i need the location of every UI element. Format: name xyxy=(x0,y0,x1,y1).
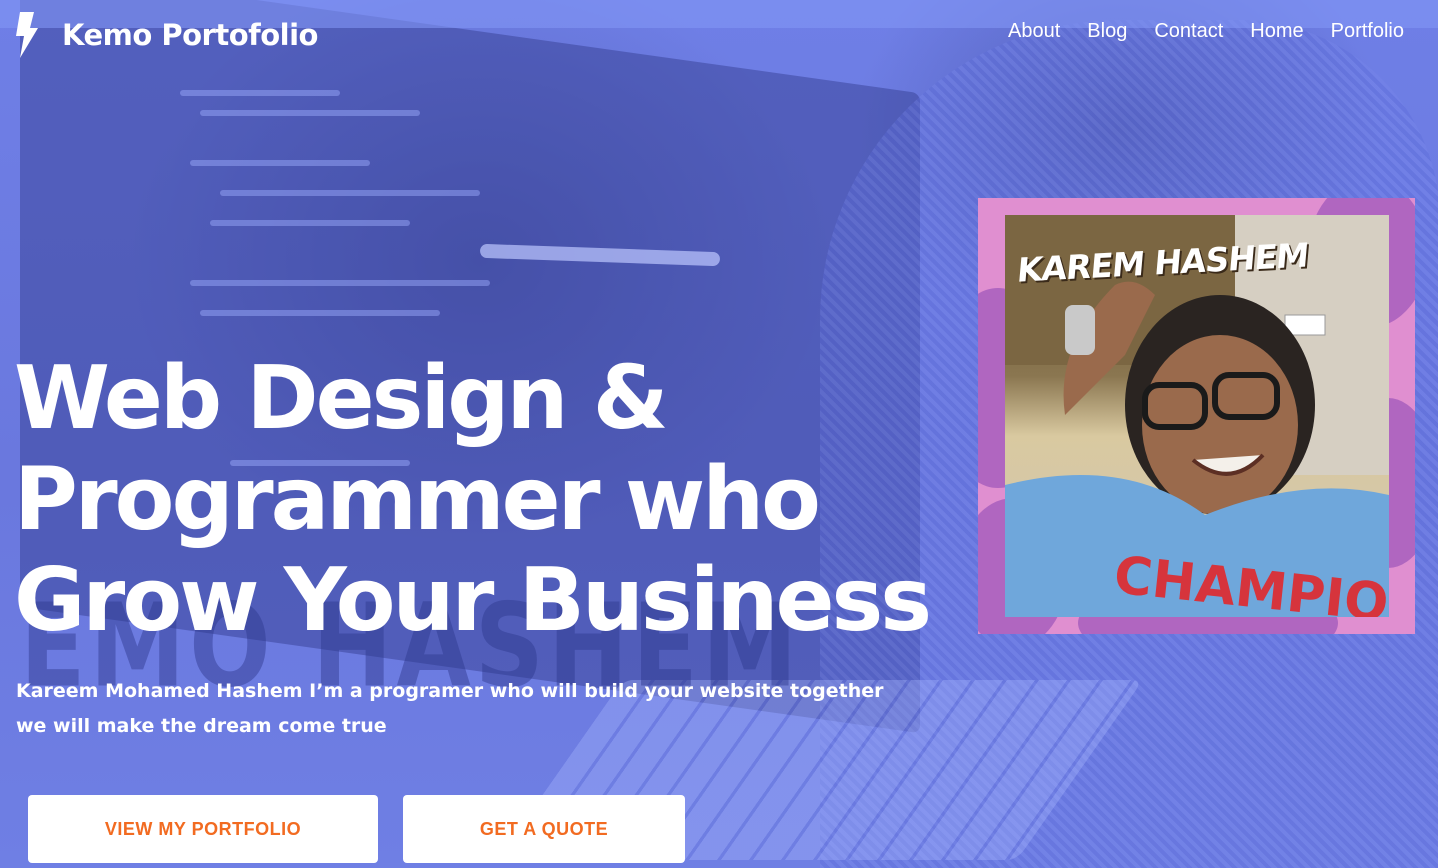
nav-item-blog[interactable]: Blog xyxy=(1087,20,1127,43)
brand-link[interactable]: Kemo Portofolio xyxy=(14,10,318,60)
nav-item-home[interactable]: Home xyxy=(1250,20,1303,43)
hero-section: EMO HASHEM Kemo Portofolio About Blog Co… xyxy=(0,0,1438,868)
profile-photo-frame: CHAMPION KAREM HASHEM xyxy=(978,198,1415,634)
get-quote-button[interactable]: GET A QUOTE xyxy=(403,795,685,863)
profile-photo: CHAMPION KAREM HASHEM xyxy=(1005,215,1389,617)
navbar: Kemo Portofolio About Blog Contact Home … xyxy=(0,0,1438,70)
background-code-line xyxy=(190,160,370,166)
tagline-line: we will make the dream come true xyxy=(16,715,387,737)
background-code-line xyxy=(200,110,420,116)
tagline-line: Kareem Mohamed Hashem I’m a programer wh… xyxy=(16,680,884,702)
nav-item-portfolio[interactable]: Portfolio xyxy=(1331,20,1404,43)
headline-line: Programmer who xyxy=(14,448,821,550)
hero-tagline: Kareem Mohamed Hashem I’m a programer wh… xyxy=(16,674,896,744)
nav-item-about[interactable]: About xyxy=(1008,20,1060,43)
headline-line: Grow Your Business xyxy=(14,549,932,651)
background-code-line xyxy=(210,220,410,226)
lightning-bolt-icon xyxy=(16,12,38,58)
background-code-line xyxy=(180,90,340,96)
brand-name: Kemo Portofolio xyxy=(62,18,318,52)
nav-item-contact[interactable]: Contact xyxy=(1154,20,1223,43)
background-code-line xyxy=(190,280,490,286)
hero-headline: Web Design & Programmer who Grow Your Bu… xyxy=(14,348,974,651)
background-code-line xyxy=(220,190,480,196)
nav-menu: About Blog Contact Home Portfolio xyxy=(1008,20,1404,43)
background-code-line xyxy=(200,310,440,316)
headline-line: Web Design & xyxy=(14,347,669,449)
view-portfolio-button[interactable]: VIEW MY PORTFOLIO xyxy=(28,795,378,863)
